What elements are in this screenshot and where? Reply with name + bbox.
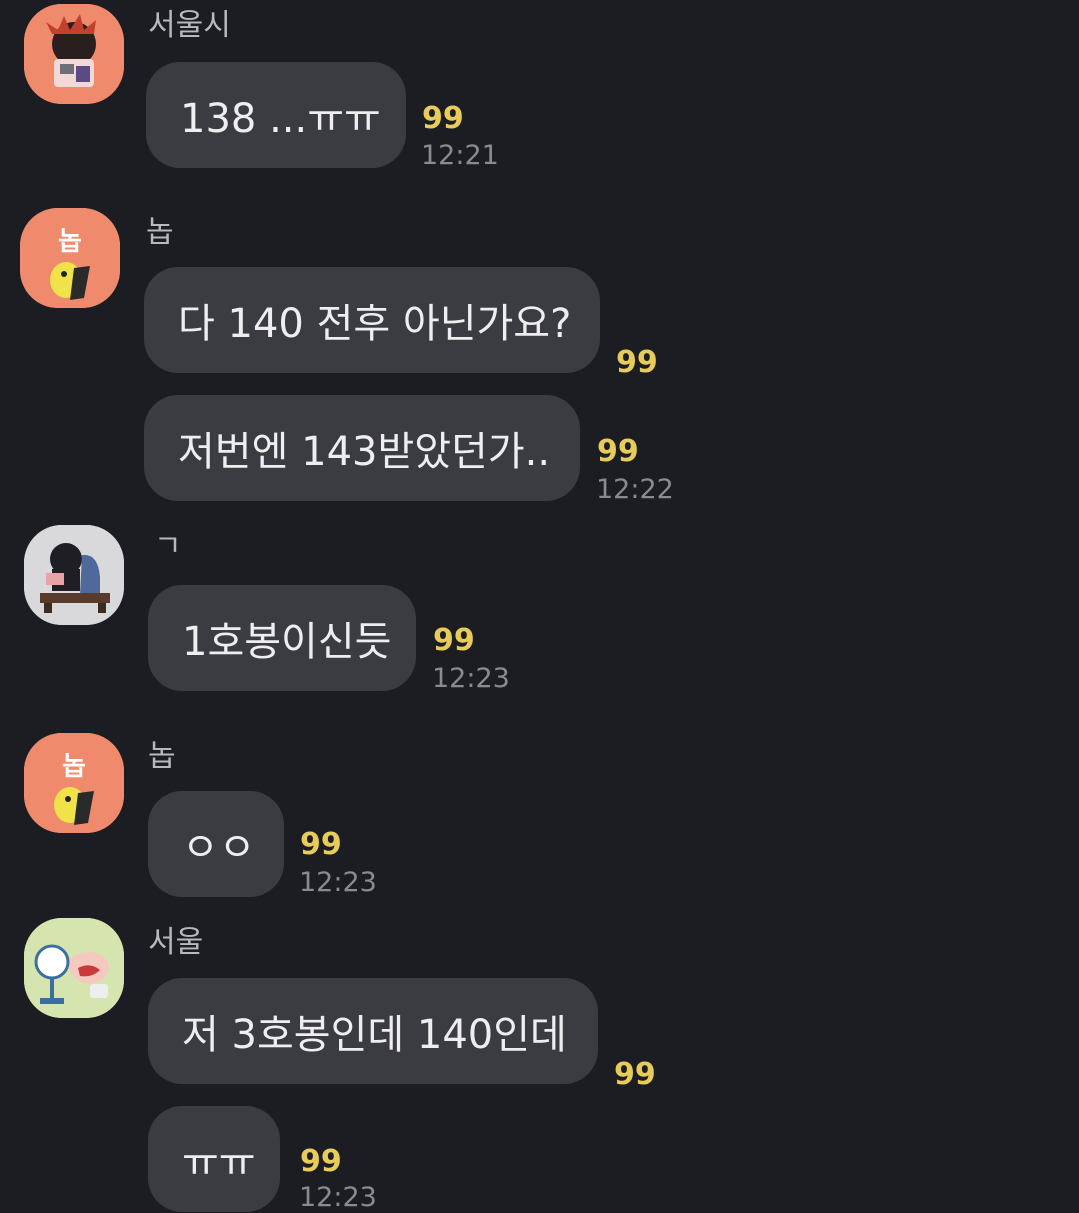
chat-screen: 서울시 138 ...ㅠㅠ 99 12:21 놉 놉 다 140 전후 아닌가요… xyxy=(0,0,1079,1213)
unread-count: 99 xyxy=(614,1057,656,1092)
unread-count: 99 xyxy=(616,345,658,380)
message-bubble[interactable]: ㅇㅇ xyxy=(148,791,284,897)
sender-name: 놉 xyxy=(148,739,176,774)
message-time: 12:22 xyxy=(596,474,674,505)
avatar-nop[interactable]: 놉 xyxy=(20,208,120,308)
message-text: 1호봉이신듯 xyxy=(182,619,392,665)
message-time: 12:21 xyxy=(421,140,499,171)
message-text: 저 3호봉인데 140인데 xyxy=(182,1012,567,1058)
profile-illustration-icon xyxy=(24,918,124,1018)
unread-count: 99 xyxy=(433,623,475,658)
unread-count: 99 xyxy=(300,827,342,862)
unread-count: 99 xyxy=(597,434,639,469)
avatar-nop[interactable]: 놉 xyxy=(24,733,124,833)
avatar-giyeok[interactable] xyxy=(24,525,124,625)
message-bubble[interactable]: 138 ...ㅠㅠ xyxy=(146,62,406,168)
message-text: ㅇㅇ xyxy=(182,825,256,871)
message-time: 12:23 xyxy=(432,663,510,694)
sender-name: ㄱ xyxy=(154,529,182,564)
avatar-label: 놉 xyxy=(58,227,82,257)
message-bubble[interactable]: ㅠㅠ xyxy=(148,1106,280,1212)
sender-name: 놉 xyxy=(146,215,174,250)
profile-illustration-icon: 놉 xyxy=(24,733,124,833)
sender-name: 서울시 xyxy=(148,8,231,43)
unread-count: 99 xyxy=(300,1144,342,1179)
avatar-seoulsi[interactable] xyxy=(24,4,124,104)
message-time: 12:23 xyxy=(299,1182,377,1213)
message-bubble[interactable]: 1호봉이신듯 xyxy=(148,585,416,691)
message-bubble[interactable]: 다 140 전후 아닌가요? xyxy=(144,267,600,373)
profile-illustration-icon xyxy=(24,525,124,625)
message-text: ㅠㅠ xyxy=(182,1140,256,1186)
message-time: 12:23 xyxy=(299,867,377,898)
message-text: 다 140 전후 아닌가요? xyxy=(178,301,572,347)
message-bubble[interactable]: 저번엔 143받았던가.. xyxy=(144,395,580,501)
profile-illustration-icon xyxy=(24,4,124,104)
avatar-label: 놉 xyxy=(62,752,86,782)
avatar-seoul[interactable] xyxy=(24,918,124,1018)
message-text: 138 ...ㅠㅠ xyxy=(180,96,381,142)
message-text: 저번엔 143받았던가.. xyxy=(178,429,551,475)
unread-count: 99 xyxy=(422,101,464,136)
sender-name: 서울 xyxy=(148,925,204,960)
profile-illustration-icon: 놉 xyxy=(20,208,120,308)
message-bubble[interactable]: 저 3호봉인데 140인데 xyxy=(148,978,598,1084)
